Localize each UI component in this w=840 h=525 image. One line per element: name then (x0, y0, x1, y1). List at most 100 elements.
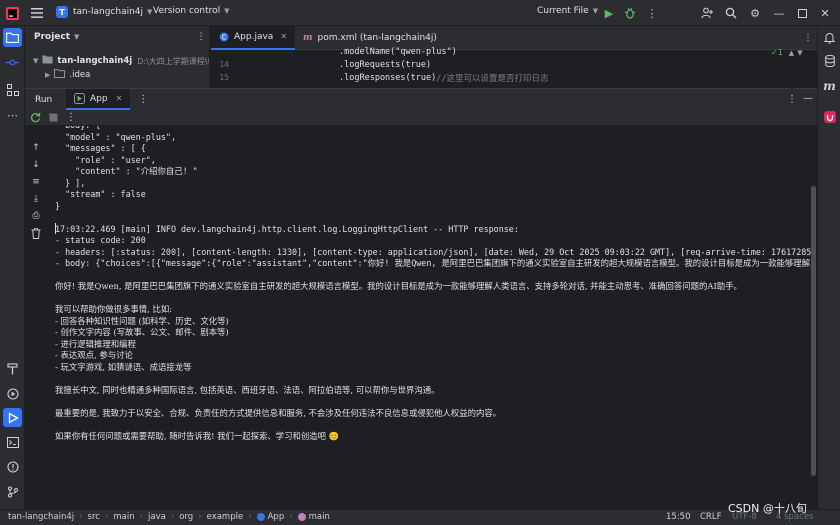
maximize-icon[interactable] (795, 6, 809, 20)
main-menu-icon[interactable] (30, 6, 44, 20)
database-icon[interactable] (821, 52, 838, 69)
folder-icon (54, 69, 66, 81)
close-tab-icon[interactable]: ✕ (280, 32, 287, 41)
more-icon[interactable]: ⋮ (66, 112, 76, 123)
more-tools-icon[interactable]: ⋯ (3, 106, 22, 125)
editor-area: C App.java ✕ m pom.xml (tan-langchain4j)… (211, 25, 817, 88)
project-panel: Project ▼ ⋮ ▼ tan-langchain4j D:\大四上学期课程… (25, 26, 210, 88)
search-icon[interactable] (724, 6, 738, 20)
structure-icon[interactable] (3, 80, 22, 99)
line-number: 14 (219, 60, 229, 69)
method-icon (297, 513, 306, 521)
csdn-watermark: CSDN @十八旬 (728, 502, 807, 515)
console-scrollbar[interactable] (810, 126, 817, 510)
project-switcher[interactable]: T tan-langchain4j ▼ (56, 6, 152, 18)
right-tool-strip: m (817, 26, 840, 509)
maven-m-icon: m (303, 32, 313, 43)
minimize-icon[interactable]: — (772, 6, 786, 20)
scroll-to-end-icon[interactable]: ⤓ (30, 193, 42, 205)
git-icon[interactable] (3, 482, 22, 501)
breadcrumb-item[interactable]: org (179, 512, 193, 522)
breadcrumb-separator: › (79, 512, 83, 522)
run-panel-header: Run App ✕ ⋮ ⋮ — (25, 89, 817, 110)
code-text: .logRequests(true) (339, 59, 432, 70)
close-icon[interactable]: ✕ (818, 6, 832, 20)
clear-trash-icon[interactable] (30, 227, 42, 239)
console-line: "messages" : [ { (55, 143, 146, 153)
breadcrumb-item[interactable]: App (268, 512, 285, 522)
run-icon[interactable]: ▶ (602, 6, 616, 20)
console-line: "role" : "user", (55, 154, 156, 165)
code-comment: //这里可以设置是否打印日志 (436, 73, 549, 84)
scrollbar-thumb[interactable] (811, 186, 816, 476)
ai-assistant-icon[interactable] (821, 108, 838, 125)
run-tab-app[interactable]: App ✕ (66, 89, 131, 110)
notifications-bell-icon[interactable] (821, 29, 838, 46)
run-tool-icon[interactable] (3, 408, 22, 427)
java-class-icon: C (219, 32, 229, 42)
breadcrumb-item[interactable]: example (207, 512, 244, 522)
services-icon[interactable] (3, 384, 22, 403)
run-panel-title[interactable]: Run (25, 95, 66, 105)
problems-icon[interactable] (3, 457, 22, 476)
tab-options-icon[interactable]: ⋮ (803, 32, 813, 44)
hide-panel-icon[interactable]: — (803, 93, 813, 104)
build-hammer-icon[interactable] (3, 359, 22, 378)
vcs-widget[interactable]: Version control ▼ (153, 6, 230, 16)
rerun-icon[interactable] (30, 112, 41, 123)
add-user-icon[interactable] (700, 6, 714, 20)
tree-root-row[interactable]: ▼ tan-langchain4j D:\大四上学期课程\软件 (33, 55, 209, 67)
caret-position[interactable]: 15:50 (666, 512, 691, 522)
code-text: .logResponses(true) (339, 72, 437, 83)
tree-item-idea[interactable]: ▶ .idea (45, 69, 90, 81)
console-line: - status code: 200 (55, 235, 146, 245)
status-bar: tan-langchain4j › src › main › java › org › exampl… (0, 502, 840, 525)
breadcrumb-item[interactable]: main (113, 512, 134, 522)
breadcrumb-separator: › (289, 512, 293, 522)
chevron-down-icon: ▼ (74, 33, 80, 41)
console-line: "content" : "介绍你自己! " (55, 166, 198, 176)
arrow-down-icon[interactable]: ↓ (30, 159, 42, 171)
stop-icon[interactable] (49, 113, 58, 122)
close-tab-icon[interactable]: ✕ (116, 94, 123, 103)
arrow-up-icon[interactable]: ↑ (30, 142, 42, 154)
panel-options-icon[interactable]: ⋮ (787, 94, 797, 105)
breadcrumb-item[interactable]: tan-langchain4j (8, 512, 74, 522)
console-line: - 回答各种知识性问题 (如科学、历史、文化等) (55, 315, 229, 326)
code-line: 14 .logRequests(true) (211, 58, 817, 71)
svg-text:C: C (222, 33, 227, 41)
intellij-logo-icon[interactable] (5, 6, 19, 20)
chevron-down-icon: ▼ (224, 7, 230, 15)
run-config-selector[interactable]: Current File ▼ (537, 6, 598, 16)
maven-icon[interactable]: m (821, 77, 838, 94)
project-folder-icon[interactable] (3, 28, 22, 47)
console-output[interactable]: body: { "model" : "qwen-plus", "messages… (55, 126, 811, 510)
text-caret (55, 222, 56, 234)
panel-options-icon[interactable]: ⋮ (195, 31, 207, 43)
commit-icon[interactable] (3, 53, 22, 72)
breadcrumb[interactable]: tan-langchain4j › src › main › java › org › exampl… (8, 512, 330, 522)
terminal-icon[interactable] (3, 433, 22, 452)
settings-gear-icon[interactable]: ⚙ (748, 6, 762, 20)
breadcrumb-item[interactable]: main (309, 512, 330, 522)
debug-icon[interactable] (623, 6, 637, 20)
project-name: tan-langchain4j (73, 7, 144, 17)
soft-wrap-icon[interactable]: ≡ (30, 176, 42, 188)
chevron-up-icon: ▲ (788, 48, 795, 57)
breadcrumb-separator: › (139, 512, 144, 522)
console-line: - 创作文字内容 (写故事、公文、邮件、剧本等) (55, 327, 229, 337)
tree-item-label: .idea (69, 70, 91, 80)
code-area[interactable]: .modelName("qwen-plus") 14 .logRequests(… (211, 46, 817, 84)
more-icon[interactable]: ⋮ (138, 94, 148, 105)
project-panel-header[interactable]: Project ▼ (34, 32, 79, 42)
line-separator[interactable]: CRLF (700, 512, 721, 522)
more-actions-icon[interactable]: ⋮ (645, 6, 659, 20)
inspection-widget[interactable]: ✓1 ▲ ▼ (771, 48, 803, 57)
console-line: 你好! 我是Qwen, 是阿里巴巴集团旗下的通义实验室自主研发的超大规模语言模型… (55, 281, 742, 291)
breadcrumb-item[interactable]: java (148, 512, 166, 522)
run-toolbar: ⋮ (25, 110, 817, 126)
folder-icon (42, 55, 53, 67)
run-panel: Run App ✕ ⋮ ⋮ — ⋮ ↑ ↓ ≡ ⤓ ⎙ body: { "mod… (25, 88, 817, 510)
breadcrumb-item[interactable]: src (88, 512, 100, 522)
print-icon[interactable]: ⎙ (30, 210, 42, 222)
